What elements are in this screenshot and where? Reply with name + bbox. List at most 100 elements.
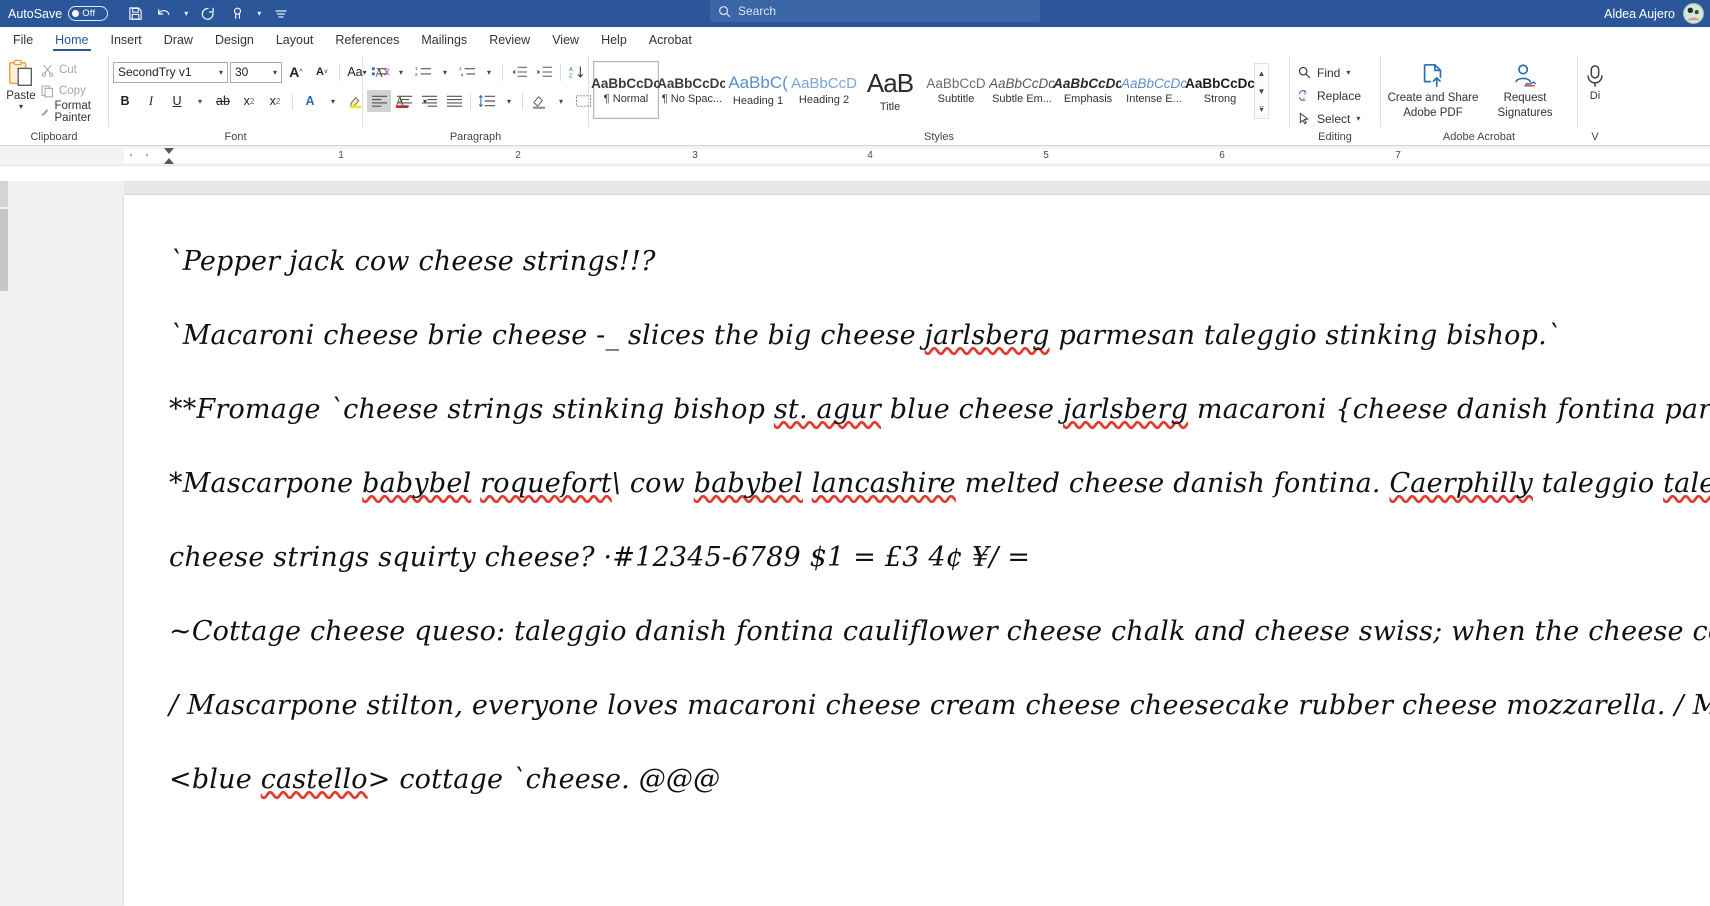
- bullets-chevron-down-icon[interactable]: ▾: [392, 61, 410, 83]
- touch-mode-chevron-down-icon[interactable]: ▾: [253, 3, 265, 25]
- style-emphasis[interactable]: AaBbCcDc Emphasis: [1053, 61, 1123, 119]
- grow-font-icon[interactable]: A ^: [284, 61, 308, 83]
- increase-indent-icon[interactable]: [532, 61, 556, 83]
- chevron-down-icon[interactable]: ▾: [273, 68, 277, 77]
- misspelled-word[interactable]: roquefort: [480, 468, 612, 499]
- font-size-combobox[interactable]: 30 ▾: [230, 61, 282, 83]
- tab-view[interactable]: View: [541, 27, 590, 52]
- shrink-font-icon[interactable]: A ˅: [310, 61, 334, 83]
- request-signatures-button[interactable]: Request Signatures: [1479, 59, 1571, 120]
- decrease-indent-icon[interactable]: [507, 61, 531, 83]
- misspelled-word[interactable]: babybel: [362, 468, 471, 499]
- styles-gallery-scrollbar[interactable]: ▲ ▼ ▾̅: [1254, 63, 1269, 119]
- document-page[interactable]: `Pepper jack cow cheese strings!!? `Maca…: [124, 195, 1710, 906]
- document-line[interactable]: cheese strings squirty cheese? ·#12345-6…: [169, 521, 1700, 595]
- nav-nub[interactable]: [0, 181, 8, 207]
- style-heading-2[interactable]: AaBbCcD Heading 2: [791, 61, 857, 119]
- autosave-switch[interactable]: Off: [68, 6, 109, 21]
- autosave-toggle[interactable]: AutoSave Off: [8, 6, 109, 21]
- bullets-icon[interactable]: [367, 61, 391, 83]
- document-line[interactable]: **Fromage `cheese strings stinking bisho…: [169, 373, 1710, 447]
- style-no-spacing[interactable]: AaBbCcDc ¶ No Spac...: [657, 61, 727, 119]
- chevron-down-icon[interactable]: ▾: [219, 68, 223, 77]
- format-painter-button[interactable]: Format Painter: [38, 100, 104, 124]
- bold-icon[interactable]: B: [113, 90, 137, 112]
- tab-file[interactable]: File: [2, 27, 44, 52]
- select-chevron-down-icon[interactable]: ▾: [1356, 114, 1360, 123]
- first-line-indent-marker[interactable]: [164, 148, 174, 154]
- tab-home[interactable]: Home: [44, 27, 99, 52]
- align-center-icon[interactable]: [392, 90, 416, 112]
- tab-help[interactable]: Help: [590, 27, 638, 52]
- select-button[interactable]: Select ▾: [1294, 108, 1364, 129]
- tab-mailings[interactable]: Mailings: [410, 27, 478, 52]
- misspelled-word[interactable]: jarlsberg: [925, 320, 1050, 351]
- font-name-combobox[interactable]: SecondTry v1 ▾: [113, 61, 228, 83]
- style-title[interactable]: AaB Title: [857, 61, 923, 119]
- text-effects-chevron-down-icon[interactable]: ▾: [324, 90, 342, 112]
- find-button[interactable]: Find ▾: [1294, 62, 1354, 83]
- numbering-icon[interactable]: 12: [411, 61, 435, 83]
- avatar[interactable]: [1683, 3, 1704, 24]
- multilevel-chevron-down-icon[interactable]: ▾: [480, 61, 498, 83]
- style-strong[interactable]: AaBbCcDc Strong: [1185, 61, 1255, 119]
- misspelled-word[interactable]: taleggio: [1663, 468, 1710, 499]
- multilevel-list-icon[interactable]: 1a: [455, 61, 479, 83]
- document-line[interactable]: <blue castello> cottage `cheese. @@@: [169, 743, 1700, 817]
- document-line[interactable]: `Pepper jack cow cheese strings!!?: [169, 225, 1700, 299]
- document-line[interactable]: ~Cottage cheese queso: taleggio danish f…: [169, 595, 1710, 669]
- ruler[interactable]: 1 2 3 4 5 6 7: [124, 148, 1710, 164]
- document-line[interactable]: *Mascarpone babybel roquefort\ cow babyb…: [169, 447, 1710, 521]
- dictate-button[interactable]: Di: [1582, 61, 1608, 103]
- misspelled-word[interactable]: babybel: [694, 468, 803, 499]
- style-intense-emphasis[interactable]: AaBbCcDc Intense E...: [1121, 61, 1187, 119]
- tab-layout[interactable]: Layout: [265, 27, 325, 52]
- undo-chevron-down-icon[interactable]: ▾: [180, 3, 192, 25]
- underline-chevron-down-icon[interactable]: ▾: [191, 90, 209, 112]
- superscript-icon[interactable]: x2: [263, 90, 287, 112]
- undo-icon[interactable]: [151, 3, 177, 25]
- cut-button[interactable]: Cut: [38, 60, 104, 80]
- strikethrough-icon[interactable]: ab: [211, 90, 235, 112]
- style-normal[interactable]: AaBbCcDc ¶ Normal: [591, 61, 661, 119]
- numbering-chevron-down-icon[interactable]: ▾: [436, 61, 454, 83]
- sort-icon[interactable]: AZ: [565, 61, 589, 83]
- ruler-bar[interactable]: 1 2 3 4 5 6 7: [0, 146, 1710, 166]
- misspelled-word[interactable]: jarlsberg: [1063, 394, 1188, 425]
- styles-scroll-down-icon[interactable]: ▼: [1255, 82, 1268, 100]
- style-heading-1[interactable]: AaBbC( Heading 1: [725, 61, 791, 119]
- styles-scroll-up-icon[interactable]: ▲: [1255, 64, 1268, 82]
- find-chevron-down-icon[interactable]: ▾: [1346, 68, 1350, 77]
- misspelled-word[interactable]: st. agur: [774, 394, 881, 425]
- misspelled-word[interactable]: castello: [261, 764, 368, 795]
- vertical-scrollbar-thumb[interactable]: [0, 209, 8, 291]
- misspelled-word[interactable]: Caerphilly: [1389, 468, 1532, 499]
- tab-review[interactable]: Review: [478, 27, 541, 52]
- replace-button[interactable]: bc Replace: [1294, 85, 1365, 106]
- touch-mode-icon[interactable]: [224, 3, 250, 25]
- save-icon[interactable]: [122, 3, 148, 25]
- shading-icon[interactable]: [527, 90, 551, 112]
- style-subtitle[interactable]: AaBbCcD Subtitle: [923, 61, 989, 119]
- redo-icon[interactable]: [195, 3, 221, 25]
- subscript-icon[interactable]: x2: [237, 90, 261, 112]
- hanging-indent-marker[interactable]: [164, 158, 174, 164]
- customize-quick-access-icon[interactable]: [268, 3, 294, 25]
- justify-icon[interactable]: [442, 90, 466, 112]
- paste-chevron-down-icon[interactable]: ▾: [19, 102, 23, 111]
- tab-references[interactable]: References: [324, 27, 410, 52]
- search-input[interactable]: Search: [710, 0, 1040, 22]
- create-and-share-adobe-pdf-button[interactable]: Create and Share Adobe PDF: [1387, 59, 1479, 120]
- italic-icon[interactable]: I: [139, 90, 163, 112]
- line-spacing-icon[interactable]: [475, 90, 499, 112]
- tab-acrobat[interactable]: Acrobat: [638, 27, 703, 52]
- copy-button[interactable]: Copy: [38, 81, 104, 101]
- text-effects-icon[interactable]: A: [298, 90, 322, 112]
- tab-insert[interactable]: Insert: [100, 27, 153, 52]
- align-left-icon[interactable]: [367, 90, 391, 112]
- account-area[interactable]: Aldea Aujero: [1604, 0, 1704, 27]
- document-body[interactable]: `Pepper jack cow cheese strings!!? `Maca…: [169, 225, 1710, 817]
- misspelled-word[interactable]: lancashire: [812, 468, 956, 499]
- tab-draw[interactable]: Draw: [153, 27, 204, 52]
- style-subtle-emphasis[interactable]: AaBbCcDc Subtle Em...: [989, 61, 1055, 119]
